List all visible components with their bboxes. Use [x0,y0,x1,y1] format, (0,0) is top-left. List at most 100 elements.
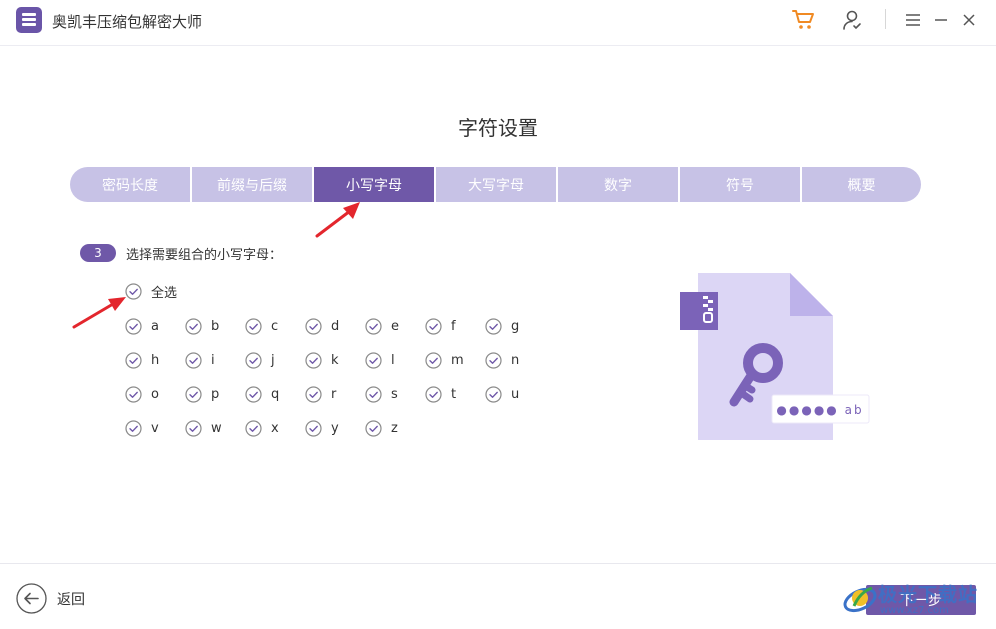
letter-label: a [151,319,159,334]
letter-checkbox-l[interactable]: l [365,352,395,369]
next-button[interactable]: 下一步 [866,585,976,615]
letter-checkbox-f[interactable]: f [425,318,456,335]
step-badge: 3 [80,244,116,262]
letter-label: c [271,319,279,334]
letter-checkbox-h[interactable]: h [125,352,159,369]
tab-uppercase[interactable]: 大写字母 [436,167,556,202]
check-circle-icon [245,352,262,369]
letter-label: x [271,421,279,436]
letter-label: u [511,387,520,402]
locked-file-illustration: ●●●●● ab [680,273,870,440]
letter-label: p [211,387,220,402]
letter-label: n [511,353,520,368]
back-arrow-icon [16,583,47,614]
letter-label: h [151,353,160,368]
letter-checkbox-g[interactable]: g [485,318,519,335]
check-circle-icon [425,352,442,369]
cart-icon[interactable] [792,8,816,32]
check-circle-icon [305,352,322,369]
menu-icon[interactable] [901,8,925,32]
letter-label: z [391,421,398,436]
check-circle-icon [485,386,502,403]
check-circle-icon [365,420,382,437]
password-hint: ●●●●● ab [776,403,863,417]
check-circle-icon [185,386,202,403]
letter-label: l [391,353,395,368]
check-circle-icon [125,420,142,437]
letter-checkbox-b[interactable]: b [185,318,219,335]
letter-checkbox-v[interactable]: v [125,420,159,437]
letter-label: w [211,421,222,436]
letter-label: r [331,387,337,402]
letter-checkbox-i[interactable]: i [185,352,215,369]
check-circle-icon [185,420,202,437]
annotation-arrow-icon [72,297,126,329]
letter-checkbox-z[interactable]: z [365,420,398,437]
letter-checkbox-c[interactable]: c [245,318,278,335]
minimize-icon[interactable] [929,8,953,32]
letter-label: g [511,319,520,334]
letter-checkbox-y[interactable]: y [305,420,339,437]
check-circle-icon [245,318,262,335]
letter-checkbox-o[interactable]: o [125,386,159,403]
letter-checkbox-n[interactable]: n [485,352,519,369]
check-circle-icon [485,352,502,369]
letter-checkbox-j[interactable]: j [245,352,275,369]
step-instruction: 选择需要组合的小写字母： [126,247,283,263]
step-tabs: 密码长度 前缀与后缀 小写字母 大写字母 数字 符号 概要 [70,167,921,202]
letter-label: t [451,387,457,402]
check-circle-icon [365,352,382,369]
letter-checkbox-m[interactable]: m [425,352,464,369]
check-circle-icon [305,386,322,403]
check-circle-icon [365,318,382,335]
tab-summary[interactable]: 概要 [802,167,921,202]
select-all-label: 全选 [151,286,178,301]
check-circle-icon [125,352,142,369]
tab-password-length[interactable]: 密码长度 [70,167,190,202]
letter-label: d [331,319,340,334]
check-circle-icon [185,318,202,335]
check-circle-icon [425,386,442,403]
back-button[interactable]: 返回 [16,583,85,614]
letter-label: k [331,353,339,368]
check-circle-icon [485,318,502,335]
letter-checkbox-e[interactable]: e [365,318,399,335]
page-title: 字符设置 [458,116,538,140]
tab-prefix-suffix[interactable]: 前缀与后缀 [192,167,312,202]
step-row: 3 选择需要组合的小写字母： [80,243,282,263]
letter-checkbox-s[interactable]: s [365,386,398,403]
tab-symbols[interactable]: 符号 [680,167,800,202]
letter-checkbox-x[interactable]: x [245,420,279,437]
letter-label: o [151,387,159,402]
letter-label: i [211,353,215,368]
check-circle-icon [125,386,142,403]
letter-label: b [211,319,220,334]
check-circle-icon [425,318,442,335]
annotation-arrow-icon [315,202,360,238]
letter-checkbox-q[interactable]: q [245,386,279,403]
check-circle-icon [125,318,142,335]
check-circle-icon [305,318,322,335]
letter-checkbox-r[interactable]: r [305,386,336,403]
letter-checkbox-p[interactable]: p [185,386,219,403]
letter-label: f [451,319,456,334]
close-icon[interactable] [957,8,981,32]
letter-checkbox-a[interactable]: a [125,318,159,335]
user-icon[interactable] [840,8,864,32]
letter-label: s [391,387,398,402]
letter-checkbox-k[interactable]: k [305,352,339,369]
letter-checkbox-u[interactable]: u [485,386,519,403]
check-circle-icon [245,386,262,403]
check-circle-icon [305,420,322,437]
check-circle-icon [365,386,382,403]
title-bar: 奥凯丰压缩包解密大师 [0,0,996,46]
back-label: 返回 [57,591,85,608]
letter-checkbox-w[interactable]: w [185,420,222,437]
letter-checkbox-d[interactable]: d [305,318,339,335]
app-title: 奥凯丰压缩包解密大师 [52,13,203,31]
tab-digits[interactable]: 数字 [558,167,678,202]
app-logo-icon [16,7,42,33]
letter-checkbox-t[interactable]: t [425,386,456,403]
select-all-checkbox[interactable]: 全选 [125,282,177,301]
letter-label: y [331,421,339,436]
